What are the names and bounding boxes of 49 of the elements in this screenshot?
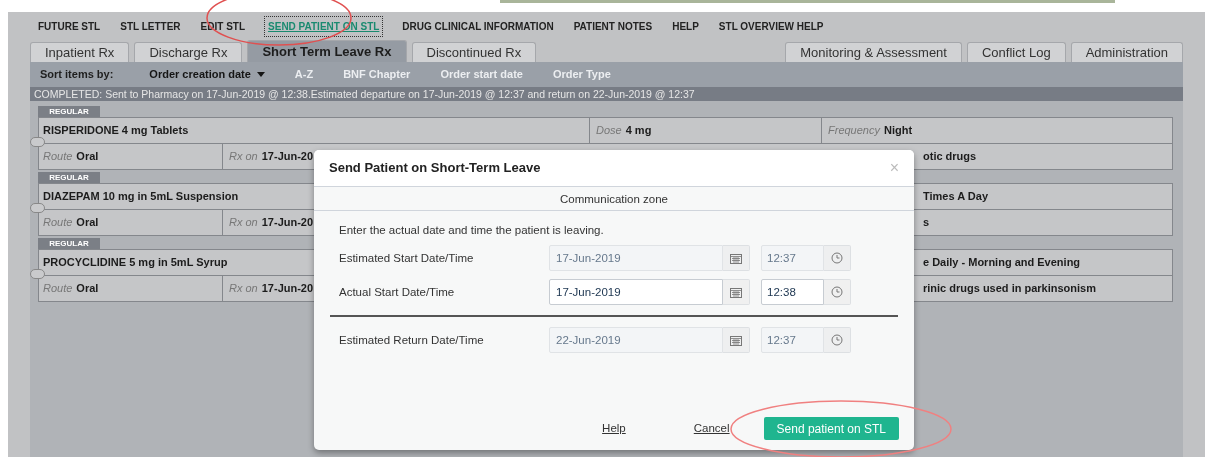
dialog-title: Send Patient on Short-Term Leave <box>329 159 541 178</box>
calendar-icon[interactable] <box>723 327 750 354</box>
menu-link[interactable]: STL LETTER <box>120 18 181 34</box>
clock-icon[interactable] <box>824 327 851 354</box>
field-label: Estimated Return Date/Time <box>339 332 485 348</box>
tab[interactable]: Short Term Leave Rx <box>247 40 407 62</box>
rx-date-cell-text: Rx on 17-Jun-20 <box>228 281 315 297</box>
rx-date-cell-text: Rx on 17-Jun-20 <box>228 215 315 231</box>
dose-cell: Dose 4 mg <box>589 118 821 143</box>
calendar-icon[interactable] <box>723 279 750 306</box>
order-type-tag: REGULAR <box>38 106 100 117</box>
sort-label: Sort items by: <box>40 67 114 83</box>
menu-link[interactable]: HELP <box>672 18 699 34</box>
tab[interactable]: Discharge Rx <box>134 42 243 62</box>
calendar-icon[interactable] <box>723 245 750 272</box>
menu-link[interactable]: PATIENT NOTES <box>573 18 653 34</box>
bnf-category: s <box>923 215 930 231</box>
menu-link[interactable]: DRUG CLINICAL INFORMATION <box>402 18 554 34</box>
frequency-value: Times A Day <box>923 189 988 205</box>
drug-name: PROCYCLIDINE 5 mg in 5mL Syrup <box>43 255 228 271</box>
bnf-category: rinic drugs used in parkinsonism <box>923 281 1096 297</box>
field-label: Actual Start Date/Time <box>339 284 456 300</box>
menu-link[interactable]: STL OVERVIEW HELP <box>718 18 824 34</box>
tab[interactable]: Conflict Log <box>966 42 1066 62</box>
rx-date-cell-text: Rx on 17-Jun-20 <box>228 149 315 165</box>
order-type-tag: REGULAR <box>38 172 100 183</box>
clock-icon[interactable] <box>824 279 851 306</box>
caret-icon <box>256 72 265 77</box>
clock-icon[interactable] <box>824 245 851 272</box>
tab[interactable]: Inpatient Rx <box>30 42 130 62</box>
field-label: Estimated Start Date/Time <box>339 250 475 266</box>
sort-option[interactable]: Order creation date <box>149 66 265 83</box>
order-type-tag: REGULAR <box>38 238 100 249</box>
drug-name: RISPERIDONE 4 mg Tablets <box>43 123 189 139</box>
time-field[interactable]: 12:38 <box>761 279 824 306</box>
tab[interactable]: Administration <box>1070 42 1183 62</box>
drug-name: DIAZEPAM 10 mg in 5mL Suspension <box>43 189 239 205</box>
instruction-text: Enter the actual date and time the patient is leaving. <box>338 223 605 238</box>
menu-link[interactable]: FUTURE STL <box>38 18 101 34</box>
frequency-value: e Daily - Morning and Evening <box>923 255 1081 271</box>
bnf-category: otic drugs <box>923 149 977 165</box>
frequency-cell: Frequency Night <box>821 118 1172 143</box>
section-heading: Communication zone <box>314 187 914 211</box>
status-message: COMPLETED: Sent to Pharmacy on 17-Jun-2019 @ 12:38.Estimated departure on 17-Jun-2019 @ 12:37 and return on 22-Jun-2019 @ 12:37 <box>30 87 1183 101</box>
help-link[interactable]: Help <box>602 419 626 438</box>
tab[interactable]: Discontinued Rx <box>411 42 537 62</box>
tab[interactable]: Monitoring & Assessment <box>785 42 962 62</box>
cancel-link[interactable]: Cancel <box>693 419 730 438</box>
date-field[interactable]: 17-Jun-2019 <box>549 279 723 306</box>
